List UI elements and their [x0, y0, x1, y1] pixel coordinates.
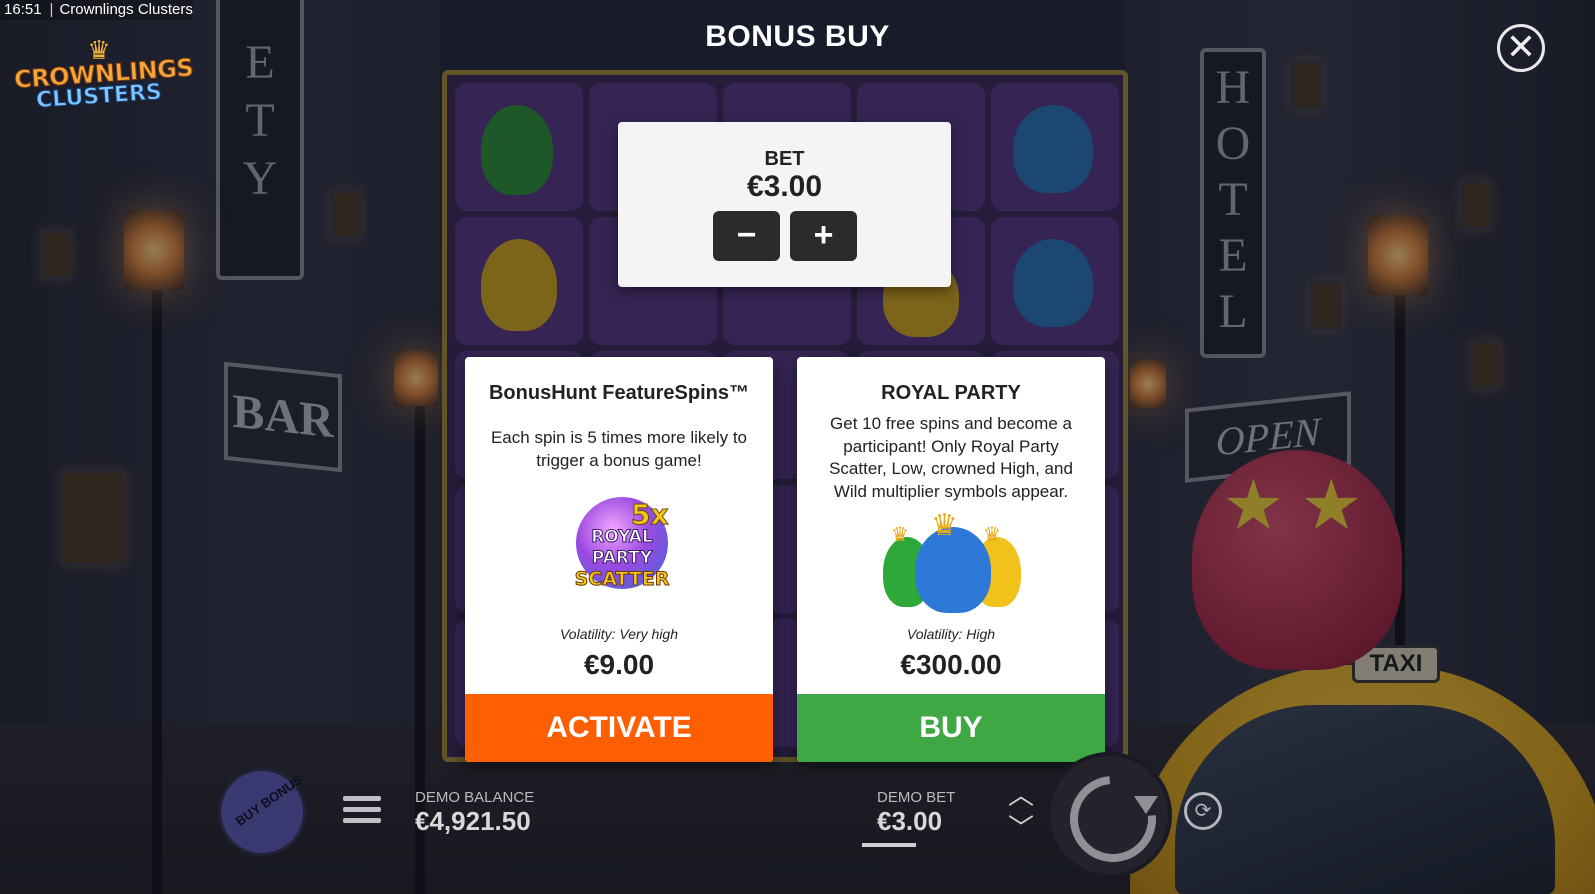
bet-value: €3.00	[746, 170, 823, 203]
offer-volatility: Volatility: High	[906, 626, 996, 642]
menu-button[interactable]	[343, 796, 381, 830]
crown-icon: ♛	[931, 509, 958, 542]
minus-icon: −	[736, 216, 757, 254]
crowned-crownlings-icon: ♛ ♛ ♛	[797, 357, 1105, 617]
bet-panel: BET €3.00 − +	[618, 122, 951, 287]
bet-level-indicator	[862, 843, 916, 847]
chevron-down-icon: ﹀	[1008, 813, 1035, 843]
bet-down-button[interactable]: ﹀	[1008, 815, 1034, 841]
demo-balance: DEMO BALANCE €4,921.50	[415, 789, 534, 837]
offer-price: €9.00	[583, 649, 655, 680]
app-title: Crownlings Clusters	[59, 1, 193, 18]
close-button[interactable]: ✕	[1497, 24, 1545, 72]
status-bar: 16:51 | Crownlings Clusters	[0, 0, 193, 20]
demo-bet: DEMO BET €3.00	[877, 789, 955, 837]
demo-balance-label: DEMO BALANCE	[415, 789, 535, 806]
buy-bonus-button[interactable]: BUY BONUS	[218, 768, 306, 856]
demo-bet-label: DEMO BET	[877, 789, 956, 806]
autoplay-button[interactable]: ⟳	[1184, 792, 1222, 830]
modal-title: BONUS BUY	[705, 20, 890, 53]
plus-icon: +	[813, 216, 834, 254]
crown-icon: ♛	[891, 524, 909, 546]
demo-bet-value: €3.00	[877, 806, 943, 836]
bet-decrease-button[interactable]: −	[713, 211, 780, 261]
hamburger-menu-icon	[343, 796, 381, 823]
chevron-up-icon: ︿	[1008, 780, 1035, 810]
offer-price: €300.00	[900, 649, 1002, 680]
buy-button[interactable]: BUY	[797, 694, 1105, 762]
offer-card-featurespins: BonusHunt FeatureSpins™ Each spin is 5 t…	[465, 357, 773, 762]
multiplier-badge: 5x	[631, 498, 670, 532]
crown-icon: ♛	[983, 524, 1001, 546]
demo-balance-value: €4,921.50	[415, 806, 531, 836]
offer-card-royal-party: ROYAL PARTY Get 10 free spins and become…	[797, 357, 1105, 762]
activate-button[interactable]: ACTIVATE	[465, 694, 773, 762]
spin-arrowhead	[1134, 796, 1158, 814]
clock: 16:51	[4, 1, 42, 18]
royal-party-scatter-icon: ROYAL PARTY SCATTER 5x	[465, 357, 773, 617]
bet-increase-button[interactable]: +	[790, 211, 857, 261]
bet-label: BET	[764, 148, 805, 170]
scatter-label: ROYAL PARTY SCATTER	[574, 527, 670, 591]
offer-volatility: Volatility: Very high	[559, 626, 678, 642]
bet-up-button[interactable]: ︿	[1008, 782, 1034, 808]
autoplay-icon: ⟳	[1194, 800, 1212, 822]
close-icon: ✕	[1505, 26, 1537, 67]
spin-button[interactable]	[1050, 756, 1174, 880]
